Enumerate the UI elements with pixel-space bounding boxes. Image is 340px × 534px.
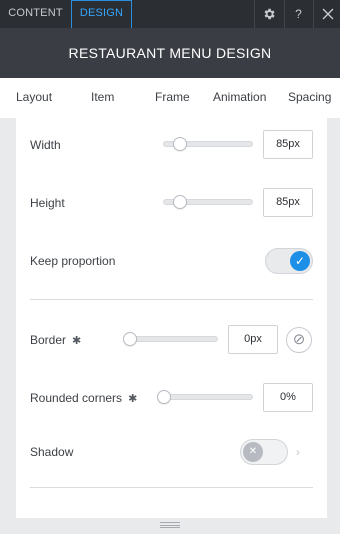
subtab-item[interactable]: Item — [91, 90, 114, 104]
close-button[interactable] — [313, 0, 340, 28]
shadow-label: Shadow — [30, 445, 73, 459]
border-settings-gear-icon[interactable]: ✱ — [72, 334, 81, 347]
border-value-field[interactable]: 0px — [228, 325, 278, 354]
rounded-corners-slider[interactable] — [157, 390, 253, 404]
tab-content[interactable]: CONTENT — [0, 0, 71, 28]
keep-proportion-label-text: Keep proportion — [30, 254, 116, 268]
keep-proportion-toggle[interactable]: ✓ — [265, 248, 313, 274]
page-title: RESTAURANT MENU DESIGN — [0, 28, 340, 78]
keep-proportion-label: Keep proportion — [30, 254, 115, 268]
rounded-corners-label-text: Rounded corners — [30, 391, 123, 405]
border-slider-handle[interactable] — [123, 332, 137, 346]
rounded-corners-label: Rounded corners ✱ — [30, 391, 137, 405]
rounded-corners-value-field[interactable]: 0% — [263, 383, 313, 412]
check-icon: ✓ — [290, 251, 310, 271]
gear-icon — [264, 8, 275, 20]
subtab-frame[interactable]: Frame — [155, 90, 190, 104]
help-icon: ? — [295, 7, 302, 21]
width-slider[interactable] — [163, 137, 253, 151]
settings-panel: Width 85px Height 85px Keep proportion ✓… — [16, 118, 327, 518]
width-label-text: Width — [30, 138, 61, 152]
shadow-label-text: Shadow — [30, 445, 74, 459]
divider — [30, 299, 313, 300]
tab-design[interactable]: DESIGN — [71, 0, 132, 28]
height-slider[interactable] — [163, 195, 253, 209]
border-label-text: Border — [30, 333, 67, 347]
width-value-field[interactable]: 85px — [263, 130, 313, 159]
help-button[interactable]: ? — [284, 0, 312, 28]
subtab-animation[interactable]: Animation — [213, 90, 266, 104]
height-value-field[interactable]: 85px — [263, 188, 313, 217]
resize-handle-icon[interactable] — [160, 522, 180, 528]
rounded-corners-slider-handle[interactable] — [157, 390, 171, 404]
x-icon: ✕ — [243, 442, 263, 462]
width-slider-handle[interactable] — [173, 137, 187, 151]
design-subtabs: Layout Item Frame Animation Spacing — [0, 78, 340, 118]
settings-button[interactable] — [254, 0, 282, 28]
subtab-spacing[interactable]: Spacing — [288, 90, 331, 104]
border-slider[interactable] — [123, 332, 218, 346]
chevron-right-icon[interactable]: › — [296, 445, 300, 459]
close-icon — [322, 8, 333, 20]
border-label: Border ✱ — [30, 333, 81, 347]
height-label-text: Height — [30, 196, 65, 210]
width-label: Width — [30, 138, 61, 152]
height-label: Height — [30, 196, 65, 210]
active-subtab-caret — [94, 118, 112, 126]
rounded-corners-settings-gear-icon[interactable]: ✱ — [128, 392, 137, 405]
height-slider-handle[interactable] — [173, 195, 187, 209]
no-border-icon[interactable]: ⊘ — [286, 327, 312, 353]
top-bar: CONTENT DESIGN ? — [0, 0, 340, 28]
shadow-toggle[interactable]: ✕ — [240, 439, 288, 465]
divider — [30, 487, 313, 488]
subtab-layout[interactable]: Layout — [16, 90, 52, 104]
